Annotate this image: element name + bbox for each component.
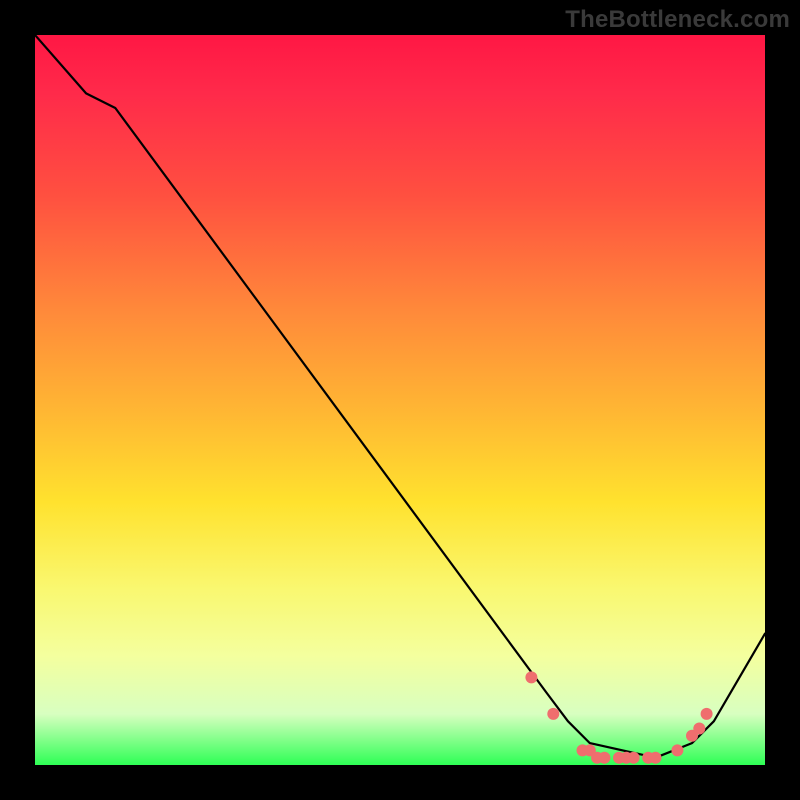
chart-svg [35,35,765,765]
chart-frame: TheBottleneck.com [0,0,800,800]
marker-dot [628,752,640,764]
marker-dot [693,723,705,735]
bottleneck-curve-line [35,35,765,758]
marker-dot [701,708,713,720]
marker-dot [547,708,559,720]
marker-dot [671,744,683,756]
marker-dot [650,752,662,764]
marker-dot [525,671,537,683]
plot-area [35,35,765,765]
marker-dot [598,752,610,764]
watermark-text: TheBottleneck.com [565,6,790,34]
